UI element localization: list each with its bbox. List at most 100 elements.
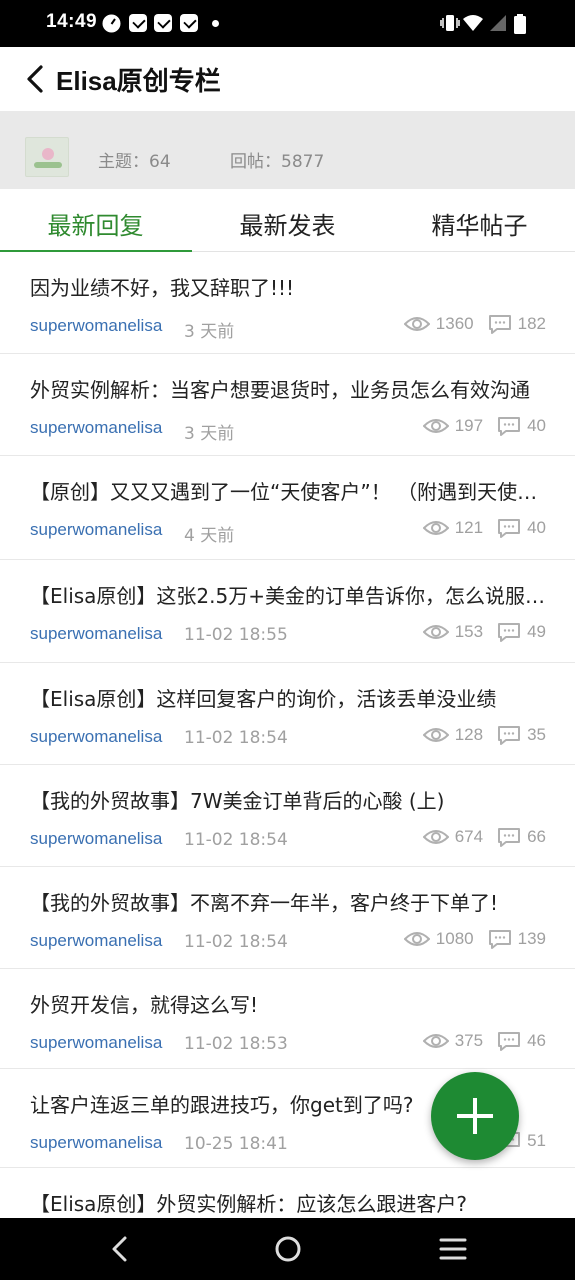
thread-time: 3 天前 (184, 424, 235, 444)
comment-icon (488, 315, 511, 334)
reply-count: 139 (517, 929, 546, 948)
thread-time: 3 天前 (184, 322, 235, 342)
more-notifications-icon (212, 20, 219, 27)
view-count: 375 (454, 1031, 484, 1050)
back-arrow-icon[interactable] (22, 64, 52, 94)
thread-title: 【Elisa原创】外贸实例解析：应该怎么跟进客户? (30, 1192, 468, 1216)
view-count: 674 (454, 827, 484, 846)
eye-icon (403, 317, 430, 331)
speedometer-icon (102, 14, 121, 33)
battery-icon (514, 14, 526, 34)
thread-title: 外贸开发信，就得这么写! (30, 993, 259, 1017)
status-bar: 14:49 (0, 0, 575, 47)
thread-time: 11-02 18:54 (184, 932, 288, 952)
view-count: 121 (454, 518, 484, 537)
thread-item[interactable]: 外贸开发信，就得这么写! superwomanelisa 11-02 18:53 37… (0, 969, 575, 1069)
thread-stats: 128 35 (422, 725, 546, 745)
view-count: 197 (454, 416, 484, 435)
thread-author[interactable]: superwomanelisa (30, 624, 162, 644)
comment-icon (498, 417, 521, 436)
comment-icon (498, 1032, 521, 1051)
tab-latest-posts[interactable]: 最新发表 (192, 200, 383, 252)
comment-icon (498, 519, 521, 538)
reply-count: 40 (527, 518, 546, 537)
thread-author[interactable]: superwomanelisa (30, 931, 162, 951)
thread-time: 11-02 18:55 (184, 625, 288, 645)
thread-stats: 197 40 (422, 416, 546, 436)
thread-title: 【原创】又又又遇到了一位“天使客户”！ （附遇到天使客户的技巧） (30, 480, 550, 504)
thread-time: 11-02 18:54 (184, 830, 288, 850)
thread-time: 10-25 18:41 (184, 1134, 288, 1154)
thread-stats: 1080 139 (403, 929, 546, 949)
reply-count: 46 (527, 1031, 546, 1050)
thread-item[interactable]: 【我的外贸故事】7W美金订单背后的心酸 (上) superwomanelisa 11… (0, 765, 575, 867)
view-count: 128 (454, 725, 484, 744)
thread-stats: 1360 182 (403, 314, 546, 334)
thread-title: 外贸实例解析：当客户想要退货时，业务员怎么有效沟通 (30, 378, 530, 402)
tab-latest-reply[interactable]: 最新回复 (0, 200, 191, 252)
thread-stats: 375 46 (422, 1031, 546, 1051)
nav-back-icon[interactable] (105, 1233, 137, 1265)
thread-stats: 153 49 (422, 622, 546, 642)
thread-item[interactable]: 因为业绩不好，我又辞职了!!! superwomanelisa 3 天前 1360 18… (0, 252, 575, 354)
signal-icon (490, 15, 506, 31)
thread-time: 11-02 18:54 (184, 728, 288, 748)
topic-count: 主题：64 (98, 152, 171, 172)
reply-count: 35 (527, 725, 546, 744)
reply-count: 49 (527, 622, 546, 641)
reply-count: 182 (517, 314, 546, 333)
comment-icon (498, 726, 521, 745)
thread-time: 4 天前 (184, 526, 235, 546)
nav-home-icon[interactable] (272, 1233, 304, 1265)
eye-icon (422, 625, 449, 639)
view-count: 153 (454, 622, 484, 641)
thread-title: 【Elisa原创】这张2.5万+美金的订单告诉你，怎么说服客户下单 (30, 584, 550, 608)
tab-bar: 最新回复 最新发表 精华帖子 (0, 200, 575, 252)
eye-icon (422, 830, 449, 844)
thread-stats: 674 66 (422, 827, 546, 847)
nav-recents-icon[interactable] (437, 1233, 469, 1265)
thread-title: 【我的外贸故事】不离不弃一年半，客户终于下单了! (30, 891, 499, 915)
reply-count: 66 (527, 827, 546, 846)
new-post-button[interactable] (431, 1072, 519, 1160)
thread-item[interactable]: 【原创】又又又遇到了一位“天使客户”！ （附遇到天使客户的技巧） superwom… (0, 456, 575, 560)
system-nav-bar (0, 1218, 575, 1280)
notification-icon (180, 14, 198, 32)
comment-icon (488, 930, 511, 949)
thread-author[interactable]: superwomanelisa (30, 829, 162, 849)
app-header: Elisa原创专栏 (0, 47, 575, 111)
thread-author[interactable]: superwomanelisa (30, 520, 162, 540)
thread-stats: 121 40 (422, 518, 546, 538)
thread-item[interactable]: 【Elisa原创】这张2.5万+美金的订单告诉你，怎么说服客户下单 superwo… (0, 560, 575, 663)
eye-icon (422, 1034, 449, 1048)
thread-author[interactable]: superwomanelisa (30, 1033, 162, 1053)
thread-time: 11-02 18:53 (184, 1034, 288, 1054)
notification-icon (154, 14, 172, 32)
status-time: 14:49 (46, 11, 98, 32)
thread-author[interactable]: superwomanelisa (30, 316, 162, 336)
eye-icon (403, 932, 430, 946)
view-count: 1360 (435, 314, 474, 333)
thread-author[interactable]: superwomanelisa (30, 418, 162, 438)
comment-icon (498, 623, 521, 642)
reply-count: 40 (527, 416, 546, 435)
notification-icon (129, 14, 147, 32)
page-title: Elisa原创专栏 (56, 66, 221, 96)
eye-icon (422, 419, 449, 433)
thread-item[interactable]: 【我的外贸故事】不离不弃一年半，客户终于下单了! superwomanelisa 1… (0, 867, 575, 969)
forum-logo (25, 137, 69, 177)
wifi-icon (463, 15, 483, 31)
thread-item[interactable]: 外贸实例解析：当客户想要退货时，业务员怎么有效沟通 superwomanelisa… (0, 354, 575, 456)
thread-title: 【我的外贸故事】7W美金订单背后的心酸 (上) (30, 789, 445, 813)
reply-count: 51 (527, 1131, 546, 1150)
thread-item[interactable]: 【Elisa原创】这样回复客户的询价，活该丢单没业绩 superwomanelis… (0, 663, 575, 765)
thread-author[interactable]: superwomanelisa (30, 1133, 162, 1153)
eye-icon (422, 521, 449, 535)
thread-title: 因为业绩不好，我又辞职了!!! (30, 276, 295, 300)
forum-info-banner: 主题：64 回帖：5877 (0, 111, 575, 189)
thread-author[interactable]: superwomanelisa (30, 727, 162, 747)
thread-title: 【Elisa原创】这样回复客户的询价，活该丢单没业绩 (30, 687, 497, 711)
vibrate-icon (440, 15, 460, 31)
tab-featured-posts[interactable]: 精华帖子 (384, 200, 575, 252)
comment-icon (498, 828, 521, 847)
